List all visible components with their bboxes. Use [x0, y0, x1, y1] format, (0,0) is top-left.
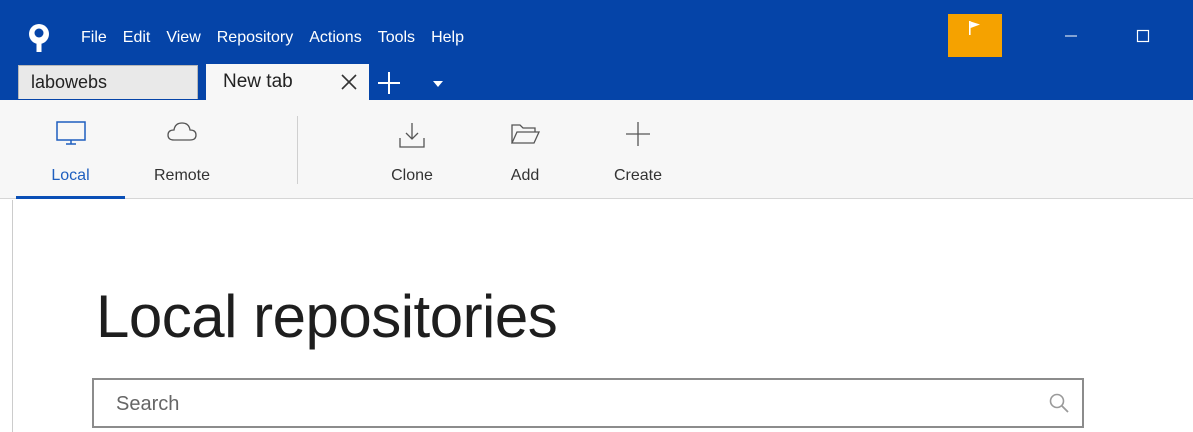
- download-icon: [399, 123, 425, 148]
- active-tab-indicator: [16, 196, 125, 199]
- remote-label: Remote: [153, 167, 211, 184]
- cloud-icon: [167, 122, 197, 141]
- tab-label: New tab: [223, 71, 293, 92]
- notifications-button[interactable]: [948, 14, 1002, 57]
- create-button[interactable]: Create: [598, 100, 678, 198]
- clone-label: Clone: [391, 167, 433, 184]
- local-label: Local: [51, 167, 90, 184]
- minimize-button[interactable]: [1048, 14, 1094, 57]
- flag-icon: [969, 21, 980, 35]
- menu-help[interactable]: Help: [431, 27, 472, 49]
- plus-icon[interactable]: [376, 70, 402, 96]
- menu-tools[interactable]: Tools: [378, 27, 423, 49]
- maximize-button[interactable]: [1120, 14, 1166, 57]
- app-logo-icon: [29, 24, 49, 52]
- search-input[interactable]: [114, 380, 1018, 428]
- clone-button[interactable]: Clone: [372, 100, 452, 198]
- add-button[interactable]: Add: [485, 100, 565, 198]
- minimize-icon: [1065, 35, 1077, 36]
- content-left-border: [12, 200, 13, 432]
- create-label: Create: [613, 167, 663, 184]
- chevron-down-icon[interactable]: [432, 80, 444, 88]
- menu-repository[interactable]: Repository: [217, 27, 301, 49]
- toolbar: Local Remote Clone Add Create: [0, 100, 1193, 199]
- title-bar: File Edit View Repository Actions Tools …: [0, 0, 1193, 100]
- maximize-icon: [1136, 29, 1150, 42]
- page-title: Local repositories: [96, 283, 558, 350]
- menu-actions[interactable]: Actions: [309, 27, 369, 49]
- monitor-icon: [55, 121, 86, 145]
- remote-button[interactable]: Remote: [135, 100, 229, 198]
- plus-icon: [626, 122, 650, 146]
- menu-file[interactable]: File: [81, 27, 115, 49]
- toolbar-divider: [297, 116, 298, 184]
- tab-labowebs[interactable]: labowebs: [18, 65, 198, 99]
- menu-view[interactable]: View: [166, 27, 208, 49]
- search-box[interactable]: [92, 378, 1084, 428]
- tab-label: labowebs: [31, 72, 108, 92]
- folder-icon: [510, 124, 541, 144]
- add-label: Add: [510, 167, 540, 184]
- close-icon[interactable]: [341, 74, 357, 90]
- search-icon[interactable]: [1048, 392, 1070, 414]
- tab-new-tab[interactable]: New tab: [206, 64, 369, 100]
- local-button[interactable]: Local: [16, 100, 125, 198]
- menu-bar: File Edit View Repository Actions Tools …: [81, 27, 480, 49]
- menu-edit[interactable]: Edit: [123, 27, 159, 49]
